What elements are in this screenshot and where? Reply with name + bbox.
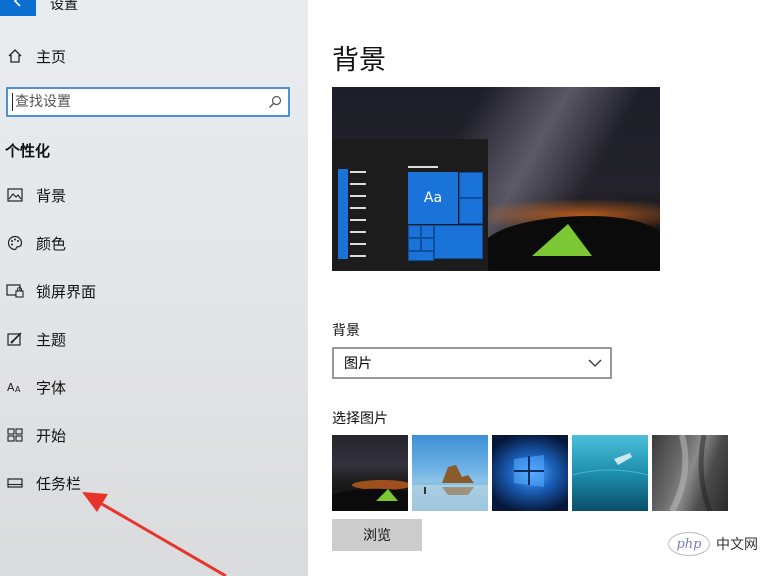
annotation-arrow bbox=[82, 492, 227, 576]
php-logo: php bbox=[668, 532, 710, 556]
watermark: php 中文网 bbox=[668, 532, 758, 556]
watermark-text: 中文网 bbox=[716, 537, 758, 553]
